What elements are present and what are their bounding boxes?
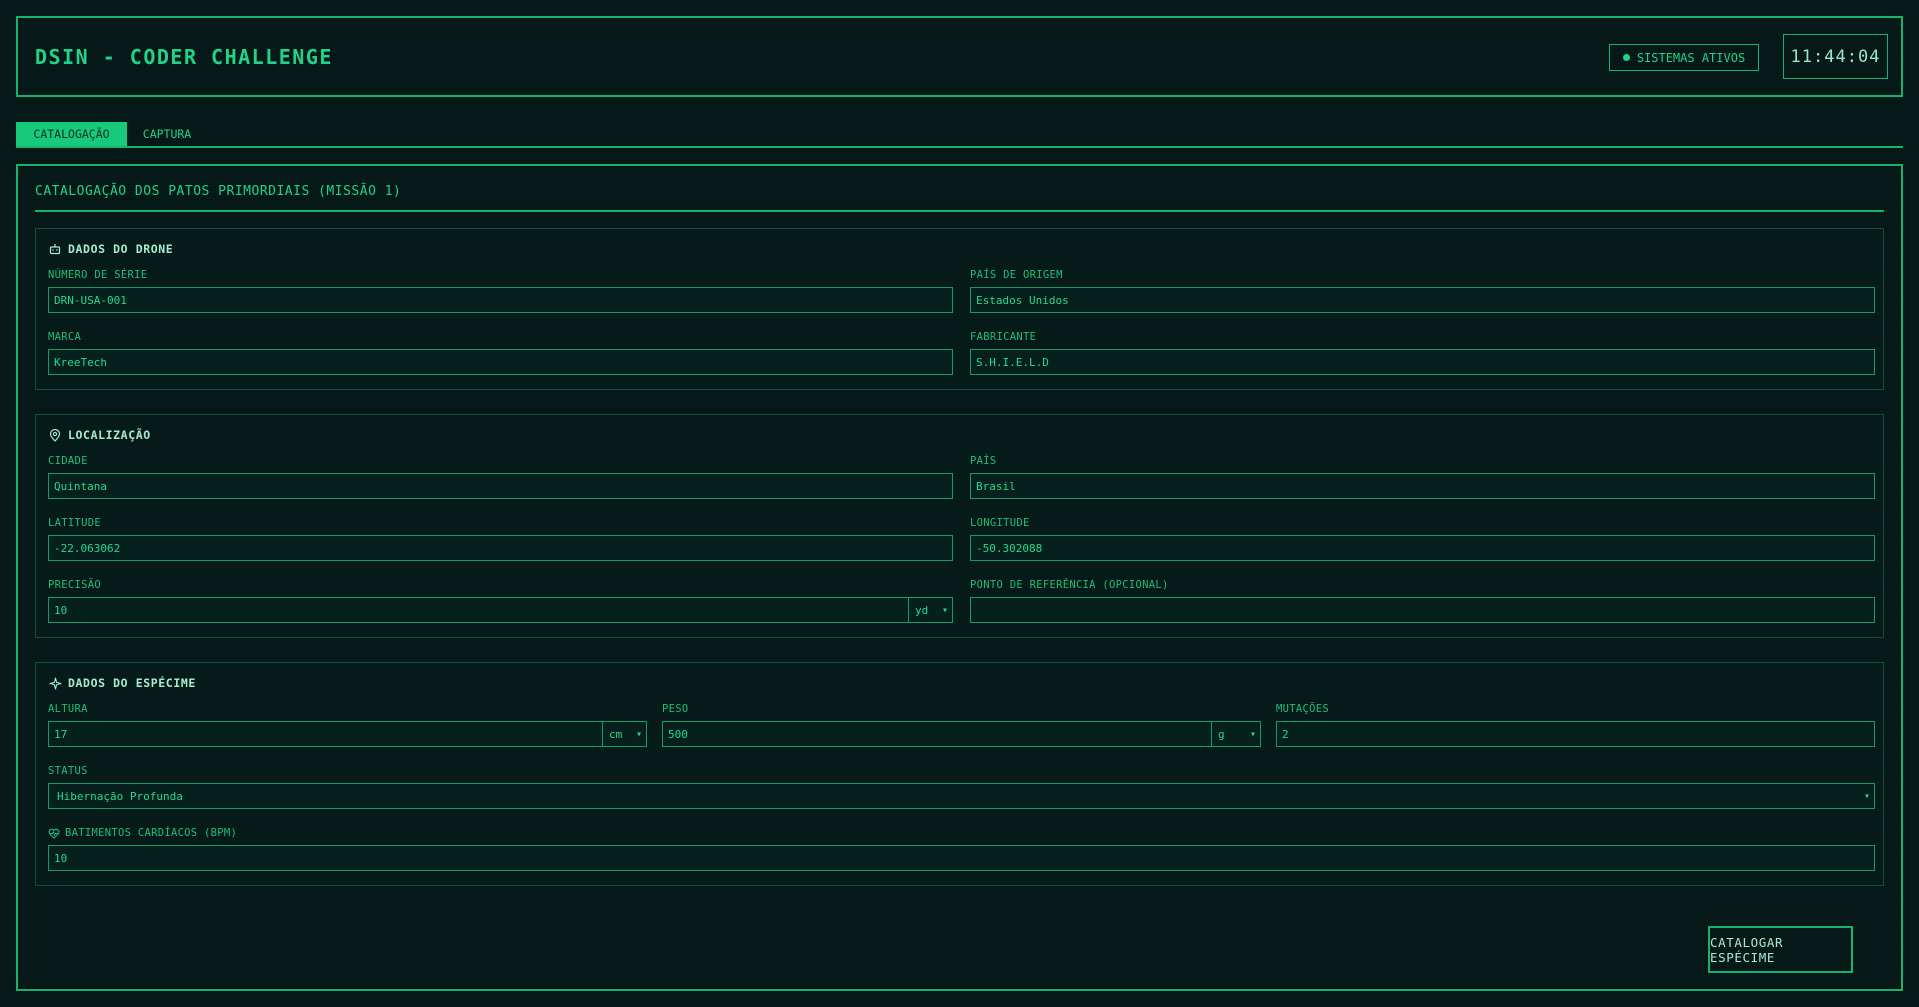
serial-label: NÚMERO DE SÉRIE — [48, 269, 148, 281]
catalog-specimen-button[interactable]: CATALOGAR ESPÉCIME — [1708, 926, 1853, 973]
status-select[interactable]: Hibernação Profunda ▾ — [48, 783, 1875, 809]
height-unit-value: cm — [609, 727, 623, 741]
heartbeat-label-row: BATIMENTOS CARDÍACOS (BPM) — [48, 827, 237, 839]
mutations-label: MUTAÇÕES — [1276, 703, 1329, 715]
origin-input[interactable]: Estados Unidos — [970, 287, 1875, 313]
status-badge-label: SISTEMAS ATIVOS — [1636, 50, 1746, 65]
brand-label: MARCA — [48, 331, 82, 343]
brand-input[interactable]: KreeTech — [48, 349, 953, 375]
chevron-down-icon: ▾ — [1249, 728, 1256, 740]
precision-unit-value: yd — [915, 603, 929, 617]
weight-label: PESO — [662, 703, 689, 715]
tab-catalogacao[interactable]: CATALOGAÇÃO — [16, 122, 127, 146]
chevron-down-icon: ▾ — [635, 728, 642, 740]
height-label: ALTURA — [48, 703, 88, 715]
city-label: CIDADE — [48, 455, 88, 467]
app-title: DSIN - CODER CHALLENGE — [35, 45, 333, 69]
weight-unit-select[interactable]: g ▾ — [1211, 721, 1261, 747]
city-input[interactable]: Quintana — [48, 473, 953, 499]
clock: 11:44:04 — [1783, 34, 1888, 79]
precision-label: PRECISÃO — [48, 579, 101, 591]
panel-divider — [35, 210, 1884, 212]
location-section: LOCALIZAÇÃO CIDADE Quintana PAÍS Brasil … — [35, 414, 1884, 638]
map-pin-icon — [48, 428, 62, 442]
heartbeat-input[interactable]: 10 — [48, 845, 1875, 871]
heartbeat-label: BATIMENTOS CARDÍACOS (BPM) — [65, 827, 238, 839]
heart-icon — [48, 827, 60, 839]
country-label: PAÍS — [970, 455, 997, 467]
chevron-down-icon: ▾ — [1863, 790, 1870, 802]
status-label: STATUS — [48, 765, 88, 777]
precision-unit-select[interactable]: yd ▾ — [908, 597, 953, 623]
country-input[interactable]: Brasil — [970, 473, 1875, 499]
panel-title: CATALOGAÇÃO DOS PATOS PRIMORDIAIS (MISSÃ… — [35, 184, 402, 199]
chevron-down-icon: ▾ — [941, 604, 948, 616]
latitude-label: LATITUDE — [48, 517, 101, 529]
maker-input[interactable]: S.H.I.E.L.D — [970, 349, 1875, 375]
tab-captura[interactable]: CAPTURA — [127, 122, 207, 146]
longitude-input[interactable]: -50.302088 — [970, 535, 1875, 561]
specimen-heading-label: DADOS DO ESPÉCIME — [68, 676, 196, 690]
latitude-input[interactable]: -22.063062 — [48, 535, 953, 561]
catalog-panel: CATALOGAÇÃO DOS PATOS PRIMORDIAIS (MISSÃ… — [16, 164, 1903, 991]
longitude-label: LONGITUDE — [970, 517, 1030, 529]
drone-heading-label: DADOS DO DRONE — [68, 242, 174, 256]
maker-label: FABRICANTE — [970, 331, 1037, 343]
status-dot-icon — [1622, 54, 1630, 61]
weight-unit-value: g — [1218, 727, 1225, 741]
height-input[interactable]: 17 — [48, 721, 604, 747]
precision-input[interactable]: 10 — [48, 597, 910, 623]
drone-section-heading: DADOS DO DRONE — [48, 242, 173, 256]
specimen-section: DADOS DO ESPÉCIME ALTURA 17 cm ▾ PESO 50… — [35, 662, 1884, 886]
reference-input[interactable] — [970, 597, 1875, 623]
status-badge: SISTEMAS ATIVOS — [1609, 44, 1759, 71]
specimen-section-heading: DADOS DO ESPÉCIME — [48, 676, 196, 690]
height-unit-select[interactable]: cm ▾ — [602, 721, 647, 747]
sparkle-icon — [48, 676, 62, 690]
location-section-heading: LOCALIZAÇÃO — [48, 428, 151, 442]
weight-input[interactable]: 500 — [662, 721, 1212, 747]
status-select-value: Hibernação Profunda — [57, 789, 183, 803]
serial-input[interactable]: DRN-USA-001 — [48, 287, 953, 313]
drone-section: DADOS DO DRONE NÚMERO DE SÉRIE DRN-USA-0… — [35, 228, 1884, 390]
tab-bar: CATALOGAÇÃO CAPTURA — [16, 122, 1903, 148]
location-heading-label: LOCALIZAÇÃO — [68, 428, 151, 442]
drone-icon — [48, 242, 62, 256]
mutations-input[interactable]: 2 — [1276, 721, 1875, 747]
origin-label: PAÍS DE ORIGEM — [970, 269, 1063, 281]
reference-label: PONTO DE REFERÊNCIA (OPCIONAL) — [970, 579, 1169, 591]
app-header: DSIN - CODER CHALLENGE SISTEMAS ATIVOS 1… — [16, 16, 1903, 97]
